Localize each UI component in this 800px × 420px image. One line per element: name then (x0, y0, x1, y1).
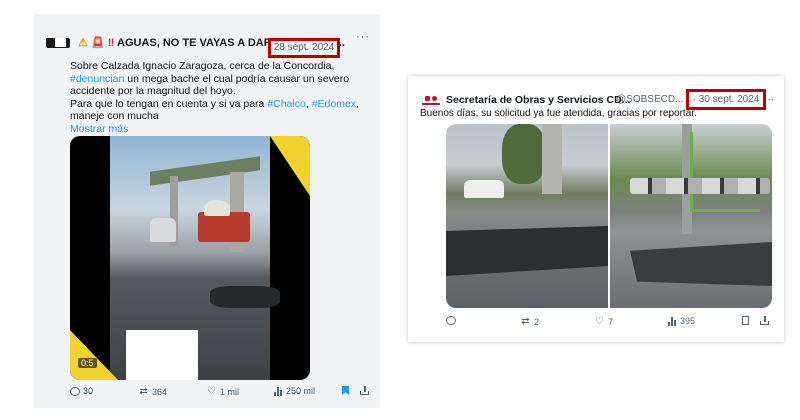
hashtag-link[interactable]: #Edomex (312, 98, 356, 110)
siren-icon: 🚨 (90, 37, 105, 49)
view-count: 395 (680, 316, 696, 326)
tweet-header: ⚠ 🚨 ‼ AGUAS, NO TE VAYAS A DAR EN TU MAD… (42, 31, 372, 58)
tweet-paragraph-1: Sobre Calzada Ignacio Zaragoza, cerca de… (70, 60, 370, 98)
repost-icon: ⇄ (139, 386, 148, 397)
account-name[interactable]: Secretaría de Obras y Servicios CD... (446, 94, 630, 106)
tweet-date-highlighted[interactable]: · 30 sept. 2024 (686, 89, 766, 110)
repost-button[interactable]: ⇄ 2 (520, 316, 539, 327)
avatar[interactable] (46, 38, 70, 48)
reply-button[interactable] (446, 316, 459, 325)
photo-1[interactable] (446, 124, 608, 308)
heart-icon: ♡ (207, 386, 216, 397)
reply-icon (446, 316, 456, 325)
car (464, 180, 504, 198)
account-handle[interactable]: @SOBSECD... (616, 94, 683, 105)
views-button[interactable]: 395 (668, 316, 695, 326)
repost-count: 2 (534, 316, 540, 327)
share-icon (360, 386, 369, 395)
redaction-box (126, 330, 198, 380)
reply-icon (70, 386, 80, 396)
hashtag-link[interactable]: #denuncian (70, 73, 124, 85)
tweet-photos[interactable] (446, 124, 772, 308)
left-tweet[interactable]: ⚠ 🚨 ‼ AGUAS, NO TE VAYAS A DAR EN TU MAD… (34, 14, 380, 408)
tweet-date[interactable]: 28 sept. 2024 (274, 42, 335, 53)
view-count: 250 mil (286, 386, 316, 396)
photo-2[interactable] (610, 124, 772, 308)
more-options-icon[interactable]: ··· (356, 31, 370, 43)
tree (502, 124, 546, 184)
parked-cars (630, 178, 770, 194)
tweet-text: Buenos días, su solicitud ya fue atendid… (420, 108, 697, 119)
heart-icon: ♡ (595, 316, 604, 327)
tweet-video[interactable]: 0:5 (70, 136, 310, 380)
asphalt-patch (630, 242, 772, 286)
bookmark-button[interactable] (342, 386, 349, 395)
share-icon (760, 316, 769, 325)
reply-count: 30 (83, 386, 94, 396)
green-truss (690, 132, 760, 212)
tweet-actions: ⇄ 2 ♡ 7 395 (446, 316, 772, 330)
views-icon (668, 316, 677, 326)
show-more-link[interactable]: Mostrar más (70, 123, 370, 136)
repost-count: 364 (152, 386, 168, 397)
right-tweet[interactable]: Secretaría de Obras y Servicios CD... @S… (408, 76, 784, 342)
bookmark-icon (342, 386, 349, 395)
bookmark-icon (742, 316, 749, 325)
hashtag-link[interactable]: #Chalco (267, 98, 306, 110)
share-button[interactable] (360, 386, 369, 395)
like-button[interactable]: ♡ 1 mil (206, 386, 239, 397)
tweet-date[interactable]: · 30 sept. 2024 (693, 94, 760, 105)
repost-button[interactable]: ⇄ 364 (138, 386, 167, 397)
bookmark-button[interactable] (742, 316, 749, 325)
frame-decoration (270, 136, 310, 196)
tweet-date-highlighted[interactable]: 28 sept. 2024 (268, 38, 340, 58)
views-button[interactable]: 250 mil (274, 386, 315, 396)
body-text: Para que lo tengan en cuenta y si va par… (70, 97, 268, 110)
asphalt-patch (446, 226, 608, 276)
pillar (542, 124, 562, 194)
tweet-paragraph-2: Para que lo tengan en cuenta y si va par… (70, 98, 370, 123)
reply-button[interactable]: 30 (70, 386, 93, 396)
repost-icon: ⇄ (521, 316, 530, 327)
like-count: 7 (608, 316, 614, 327)
car (150, 218, 176, 242)
double-exclamation-icon: ‼ (107, 37, 115, 49)
pothole (210, 286, 280, 308)
tweet-actions: 30 ⇄ 364 ♡ 1 mil 250 mil (70, 386, 370, 400)
avatar-logo[interactable] (422, 96, 440, 108)
warning-icon: ⚠ (78, 37, 88, 49)
tweet-body: Sobre Calzada Ignacio Zaragoza, cerca de… (70, 60, 370, 136)
mixer-truck (198, 200, 250, 242)
views-icon (274, 386, 283, 396)
share-button[interactable] (760, 316, 769, 325)
video-timestamp: 0:5 (78, 358, 97, 368)
body-text: Sobre Calzada Ignacio Zaragoza, cerca de… (70, 60, 335, 72)
like-button[interactable]: ♡ 7 (594, 316, 613, 327)
more-options-icon[interactable]: ··· (764, 94, 774, 105)
like-count: 1 mil (220, 386, 240, 397)
